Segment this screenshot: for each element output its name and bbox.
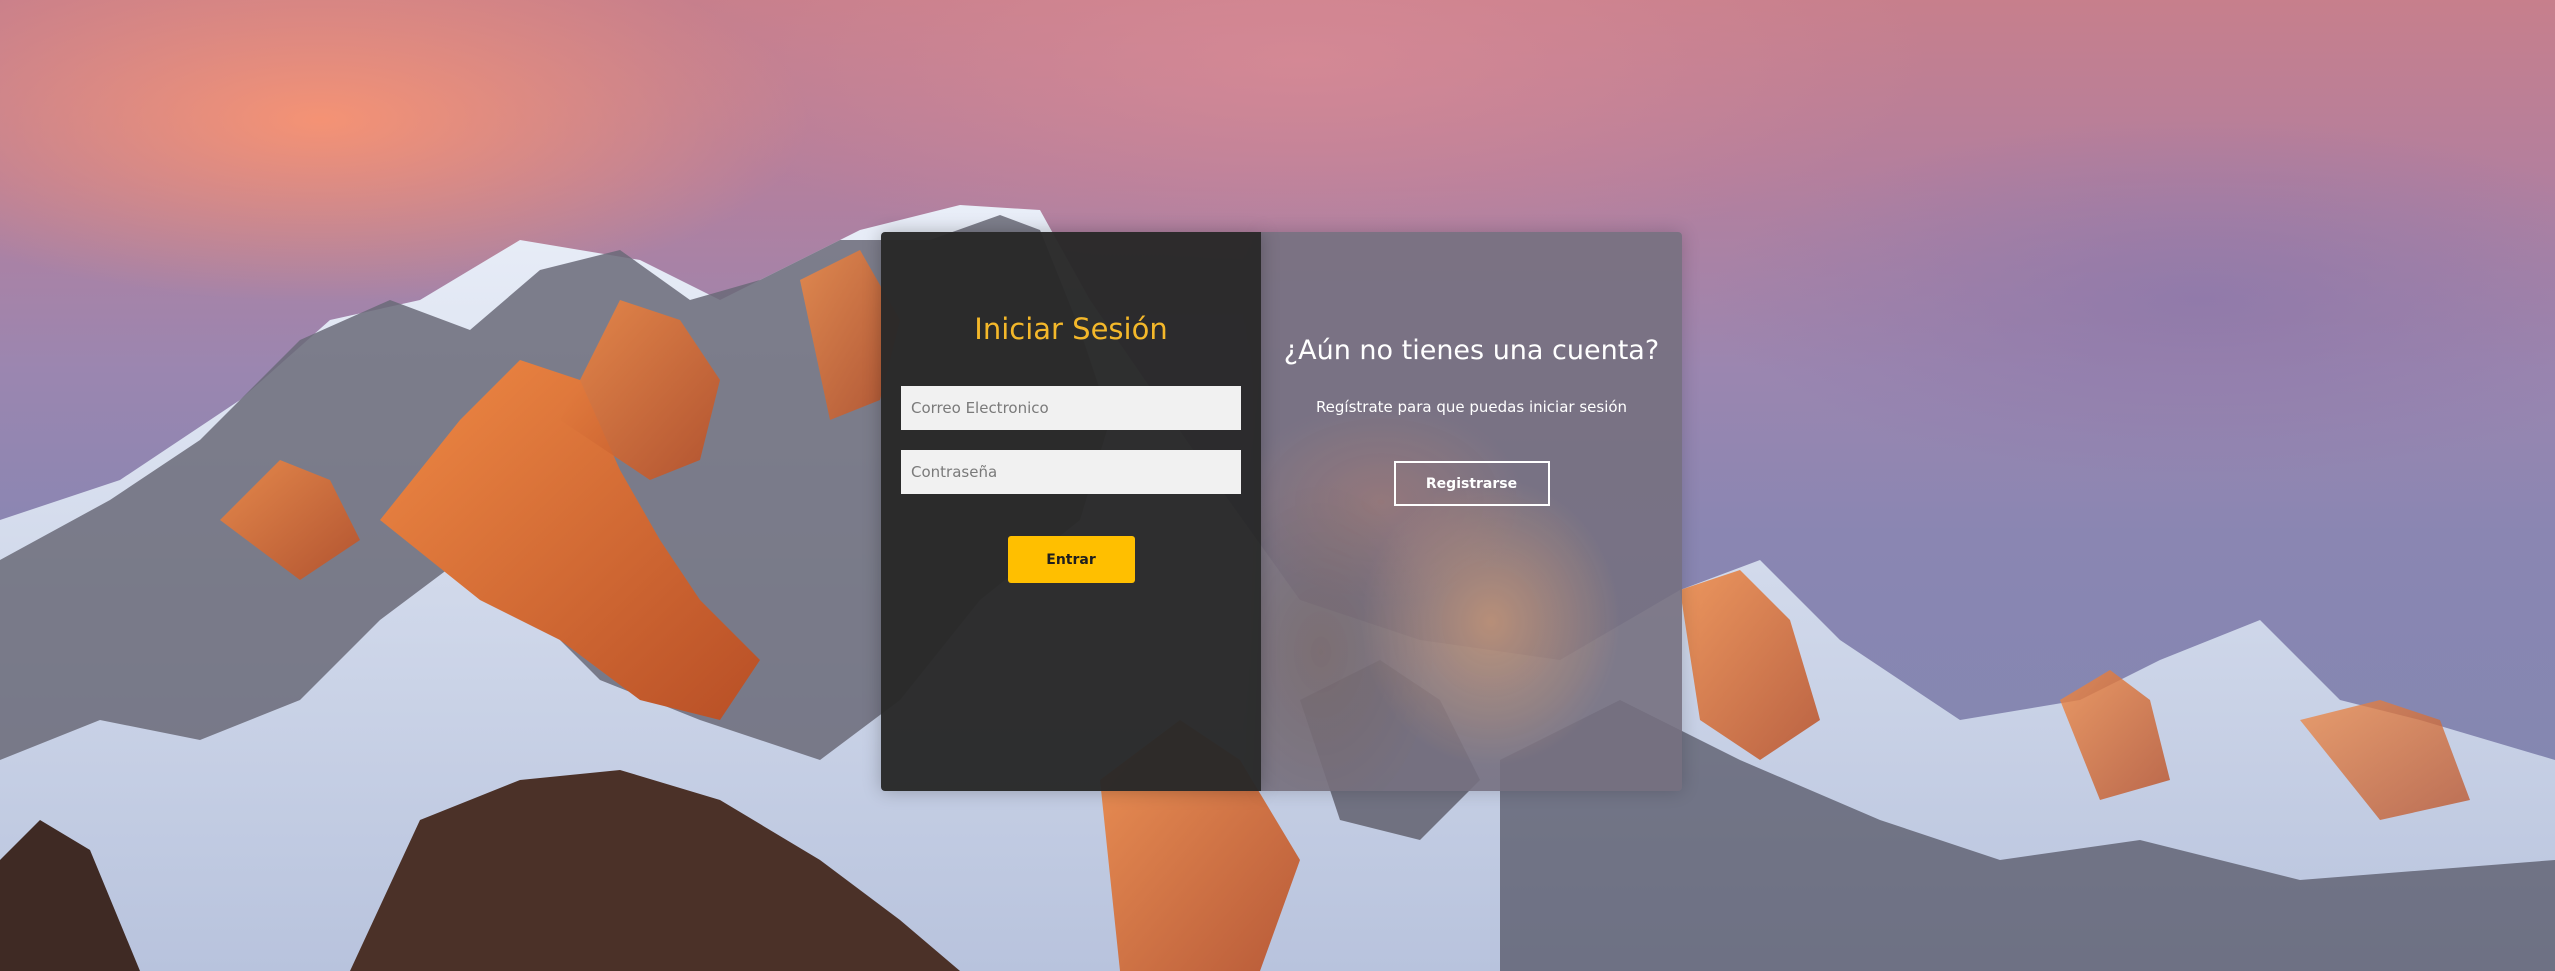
register-button[interactable]: Registrarse bbox=[1393, 461, 1550, 506]
auth-card: Iniciar Sesión Entrar ¿Aún no tienes una… bbox=[881, 232, 1682, 791]
login-title: Iniciar Sesión bbox=[974, 312, 1168, 346]
email-field[interactable] bbox=[901, 386, 1241, 430]
register-heading: ¿Aún no tienes una cuenta? bbox=[1283, 335, 1660, 366]
login-panel: Iniciar Sesión Entrar bbox=[881, 232, 1261, 791]
register-panel: ¿Aún no tienes una cuenta? Regístrate pa… bbox=[1261, 232, 1682, 791]
register-description: Regístrate para que puedas iniciar sesió… bbox=[1315, 398, 1628, 416]
login-button[interactable]: Entrar bbox=[1007, 536, 1135, 583]
password-field[interactable] bbox=[901, 450, 1241, 494]
